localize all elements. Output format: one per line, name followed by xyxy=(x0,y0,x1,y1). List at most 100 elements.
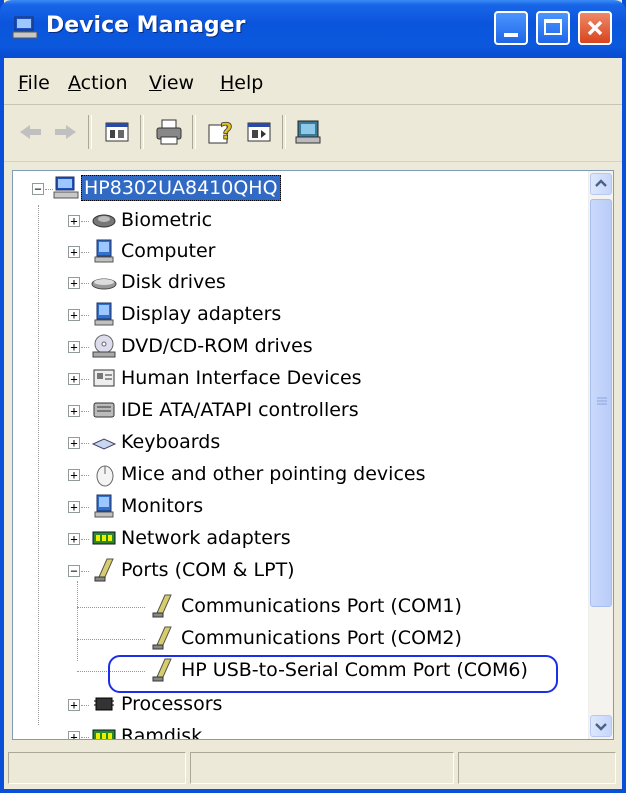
expand-icon[interactable]: + xyxy=(68,405,80,417)
tree-item-child[interactable]: Communications Port (COM1) xyxy=(13,591,573,623)
status-cell xyxy=(8,752,186,784)
expand-icon[interactable]: + xyxy=(68,469,80,481)
tree-connector xyxy=(77,607,145,608)
toolbar-separator xyxy=(282,115,286,149)
tree-item[interactable]: + Network adapters xyxy=(13,523,573,555)
tree-item[interactable]: + Computer xyxy=(13,236,573,268)
tree-connector xyxy=(77,639,145,640)
scroll-thumb[interactable] xyxy=(590,199,612,607)
show-hide-tree-icon[interactable] xyxy=(244,117,274,147)
properties-view-icon[interactable] xyxy=(102,117,132,147)
tree-item[interactable]: + Monitors xyxy=(13,491,573,523)
minimize-button[interactable] xyxy=(494,11,528,45)
computer-icon xyxy=(94,239,114,263)
tree-root-label: HP8302UA8410QHQ xyxy=(81,175,281,201)
collapse-icon[interactable]: − xyxy=(32,183,44,195)
menu-view[interactable]: View xyxy=(149,72,194,94)
tree-item[interactable]: + DVD/CD-ROM drives xyxy=(13,331,573,363)
maximize-button[interactable] xyxy=(536,11,570,45)
tree-item[interactable]: + Processors xyxy=(13,689,573,721)
menu-action[interactable]: Action xyxy=(68,72,128,94)
tree-item[interactable]: + Biometric xyxy=(13,205,573,237)
tree-item[interactable]: + Disk drives xyxy=(13,267,573,299)
tree-connector xyxy=(81,443,89,444)
toolbar-separator xyxy=(88,115,92,149)
title-bar[interactable]: Device Manager xyxy=(0,0,626,58)
annotation-highlight xyxy=(108,655,558,693)
port-icon xyxy=(94,558,114,582)
chevron-down-icon xyxy=(595,723,607,731)
expand-icon[interactable]: + xyxy=(68,533,80,545)
expand-icon[interactable]: + xyxy=(68,501,80,513)
tree-connector xyxy=(45,189,53,190)
tree-connector xyxy=(81,705,89,706)
print-icon[interactable] xyxy=(154,117,184,147)
disk-drive-icon xyxy=(91,278,117,290)
tree-connector xyxy=(81,379,89,380)
menu-bar: File Action View Help xyxy=(4,58,622,105)
tree-item[interactable]: + Mice and other pointing devices xyxy=(13,459,573,491)
computer-icon xyxy=(12,16,38,39)
tree-connector xyxy=(81,411,89,412)
human-interface-icon xyxy=(93,369,115,387)
ramdisk-icon xyxy=(92,729,116,739)
maximize-icon xyxy=(544,19,562,35)
tree-item[interactable]: + IDE ATA/ATAPI controllers xyxy=(13,395,573,427)
toolbar-separator xyxy=(192,115,196,149)
collapse-icon[interactable]: − xyxy=(68,565,80,577)
expand-icon[interactable]: + xyxy=(68,699,80,711)
port-icon xyxy=(152,594,172,618)
help-icon[interactable]: ? xyxy=(206,117,236,147)
menu-file[interactable]: File xyxy=(18,72,50,94)
tree-connector xyxy=(81,252,89,253)
expand-icon[interactable]: + xyxy=(68,277,80,289)
scan-hardware-icon[interactable] xyxy=(294,117,324,147)
expand-icon[interactable]: + xyxy=(68,437,80,449)
tree-item-child[interactable]: Communications Port (COM2) xyxy=(13,623,573,655)
tree-connector xyxy=(81,283,89,284)
minimize-icon xyxy=(504,33,518,37)
dvd-drive-icon xyxy=(92,334,116,358)
expand-icon[interactable]: + xyxy=(68,309,80,321)
tree-item-expanded[interactable]: − Ports (COM & LPT) xyxy=(13,555,573,587)
tree-connector xyxy=(81,571,89,572)
expand-icon[interactable]: + xyxy=(68,341,80,353)
forward-icon[interactable] xyxy=(50,117,80,147)
status-cell xyxy=(190,752,454,784)
scroll-down-button[interactable] xyxy=(590,715,612,737)
scroll-up-button[interactable] xyxy=(590,173,612,195)
status-bar xyxy=(4,748,622,789)
back-icon[interactable] xyxy=(16,117,46,147)
computer-icon xyxy=(53,176,79,199)
window-title: Device Manager xyxy=(46,13,246,38)
tree-item[interactable]: + Human Interface Devices xyxy=(13,363,573,395)
status-cell xyxy=(458,752,616,784)
tree-item[interactable]: + Keyboards xyxy=(13,427,573,459)
tree-connector xyxy=(81,737,89,738)
svg-text:?: ? xyxy=(220,120,233,145)
ide-controller-icon xyxy=(93,402,115,418)
tree-connector xyxy=(81,347,89,348)
expand-icon[interactable]: + xyxy=(68,373,80,385)
expand-icon[interactable]: + xyxy=(68,731,80,739)
tree-item[interactable]: + Ramdisk xyxy=(13,721,573,739)
chevron-up-icon xyxy=(595,179,607,187)
tree-item[interactable]: + Display adapters xyxy=(13,299,573,331)
menu-help[interactable]: Help xyxy=(220,72,263,94)
tree-connector xyxy=(81,539,89,540)
expand-icon[interactable]: + xyxy=(68,246,80,258)
display-adapter-icon xyxy=(94,302,114,326)
close-icon xyxy=(587,20,603,36)
toolbar-separator xyxy=(140,115,144,149)
toolbar: ? xyxy=(4,105,622,162)
biometric-icon xyxy=(92,214,116,228)
tree-connector xyxy=(81,507,89,508)
vertical-scrollbar[interactable] xyxy=(588,171,613,739)
keyboard-icon xyxy=(91,438,117,450)
close-button[interactable] xyxy=(578,11,612,45)
mouse-icon xyxy=(96,465,114,487)
tree-root[interactable]: − HP8302UA8410QHQ xyxy=(13,173,573,205)
expand-icon[interactable]: + xyxy=(68,215,80,227)
tree-connector xyxy=(81,315,89,316)
device-manager-window: Device Manager File Action View Help ? −… xyxy=(0,0,626,793)
